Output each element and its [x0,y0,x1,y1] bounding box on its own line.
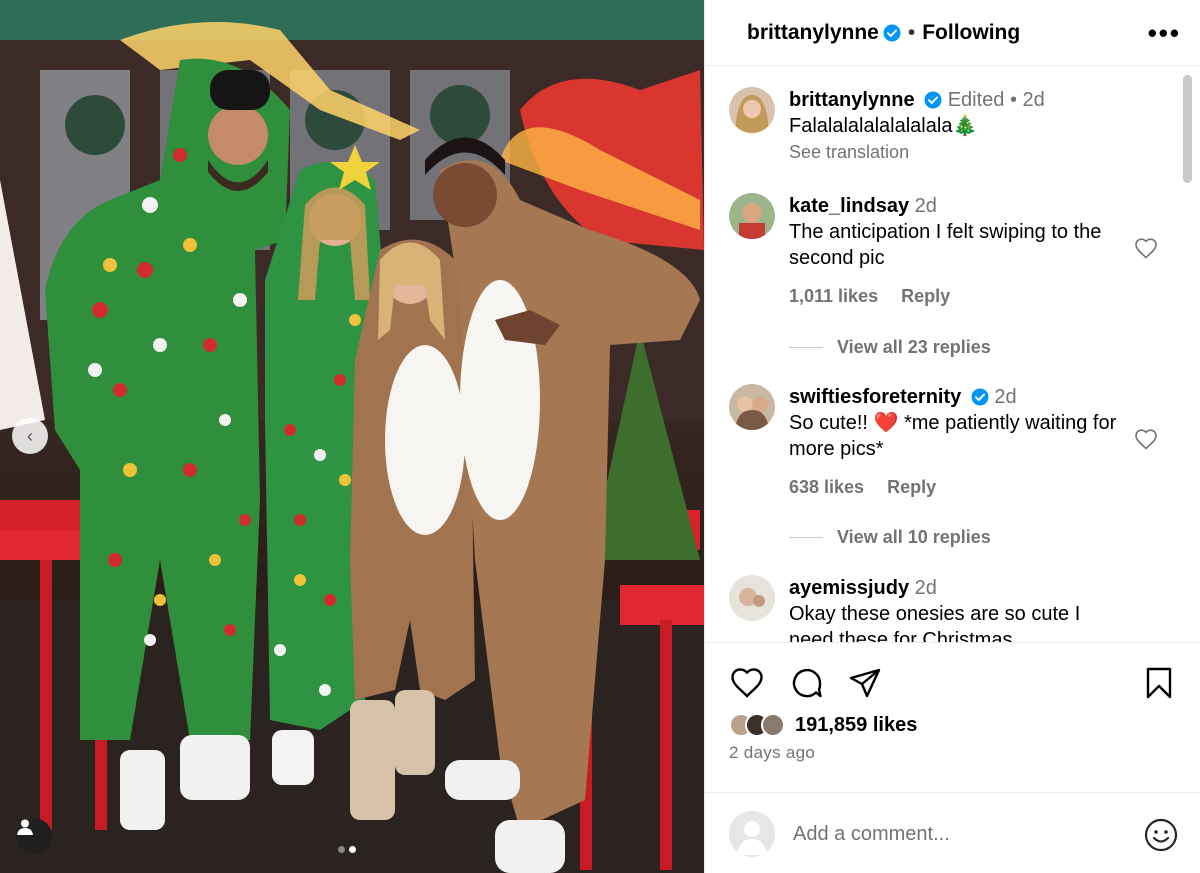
avatar-image [729,193,775,239]
chevron-left-icon: ‹ [27,425,33,446]
comment-body: ayemissjudy 2d Okay these onesies are so… [789,575,1129,642]
heart-icon[interactable] [1134,237,1158,261]
comment-stats: 1,011 likes Reply [789,283,1129,309]
comment-stats: 638 likes Reply [789,474,1129,500]
avatar-image [729,87,775,133]
caption-text: Falalalalalalalalala🎄 [789,115,978,137]
header-separator: • [907,20,916,44]
view-replies-button[interactable]: View all 10 replies [789,527,991,548]
comment-icon[interactable] [789,665,825,701]
comment-text: Okay these onesies are so cute I need th… [789,603,1081,642]
see-translation-link[interactable]: See translation [789,139,1129,165]
view-replies-button[interactable]: View all 23 replies [789,337,991,358]
carousel-dot[interactable] [338,846,345,853]
divider [789,347,823,348]
edited-label: Edited [947,89,1005,111]
emoji-icon[interactable] [1143,817,1179,853]
comment-text: The anticipation I felt swiping to the s… [789,221,1102,269]
caption-time[interactable]: 2d [1023,89,1045,111]
avatar[interactable] [729,384,775,430]
comment-author[interactable]: kate_lindsay [789,195,909,217]
liker-avatar [761,713,785,737]
likes-count[interactable]: 191,859 likes [795,714,917,737]
reply-button[interactable]: Reply [901,286,950,306]
comment-time[interactable]: 2d [915,195,937,217]
following-button[interactable]: Following [922,21,1020,45]
post-time[interactable]: 2 days ago [729,743,815,763]
comment-time[interactable]: 2d [915,577,937,599]
avatar[interactable] [729,87,775,133]
bookmark-icon[interactable] [1141,665,1177,701]
caption-body: brittanylynne Edited • 2d Falalalalalala… [789,87,1129,165]
caption-author[interactable]: brittanylynne [789,89,915,111]
comments-list[interactable]: brittanylynne Edited • 2d Falalalalalala… [705,67,1200,642]
comment-body: swiftiesforeternity 2d So cute!! ❤️ *me … [789,384,1129,500]
post-header: brittanylynne • Following ••• [705,0,1200,66]
carousel-dots [338,846,356,853]
photo-illustration [0,0,704,873]
likes-row[interactable]: 191,859 likes [729,713,917,737]
comments-scrollbar[interactable] [1183,75,1192,183]
carousel-dot-active[interactable] [349,846,356,853]
carousel-prev-button[interactable]: ‹ [12,418,48,454]
user-tag-icon [17,819,33,835]
verified-icon [924,91,942,109]
verified-icon [971,388,989,406]
heart-icon[interactable] [1134,428,1158,452]
avatar-image [729,575,775,621]
meta-separator: • [1009,89,1023,111]
share-icon[interactable] [847,665,883,701]
reply-button[interactable]: Reply [887,477,936,497]
divider [789,537,823,538]
add-comment-bar [705,792,1200,873]
action-bar: 191,859 likes 2 days ago [705,642,1200,782]
verified-icon [883,24,901,41]
avatar[interactable] [729,193,775,239]
post-side-panel: brittanylynne • Following ••• brittanyly… [704,0,1200,873]
avatar [729,811,775,857]
avatar-image [729,384,775,430]
more-icon[interactable]: ••• [1148,18,1181,49]
tagged-users-button[interactable] [16,818,52,854]
comment-input[interactable] [793,819,1113,849]
comment-likes[interactable]: 1,011 likes [789,286,878,306]
comment-time[interactable]: 2d [994,386,1016,408]
view-replies-label: View all 23 replies [837,337,991,357]
comment-likes[interactable]: 638 likes [789,477,864,497]
view-replies-label: View all 10 replies [837,527,991,547]
comment-text: So cute!! ❤️ *me patiently waiting for m… [789,412,1117,460]
comment-author[interactable]: swiftiesforeternity [789,386,961,408]
heart-icon[interactable] [729,665,765,701]
default-avatar-icon [729,811,775,857]
avatar[interactable] [729,575,775,621]
comment-body: kate_lindsay 2d The anticipation I felt … [789,193,1129,309]
post-photo: ‹ [0,0,704,873]
author-username[interactable]: brittanylynne [747,21,879,45]
comment-author[interactable]: ayemissjudy [789,577,909,599]
